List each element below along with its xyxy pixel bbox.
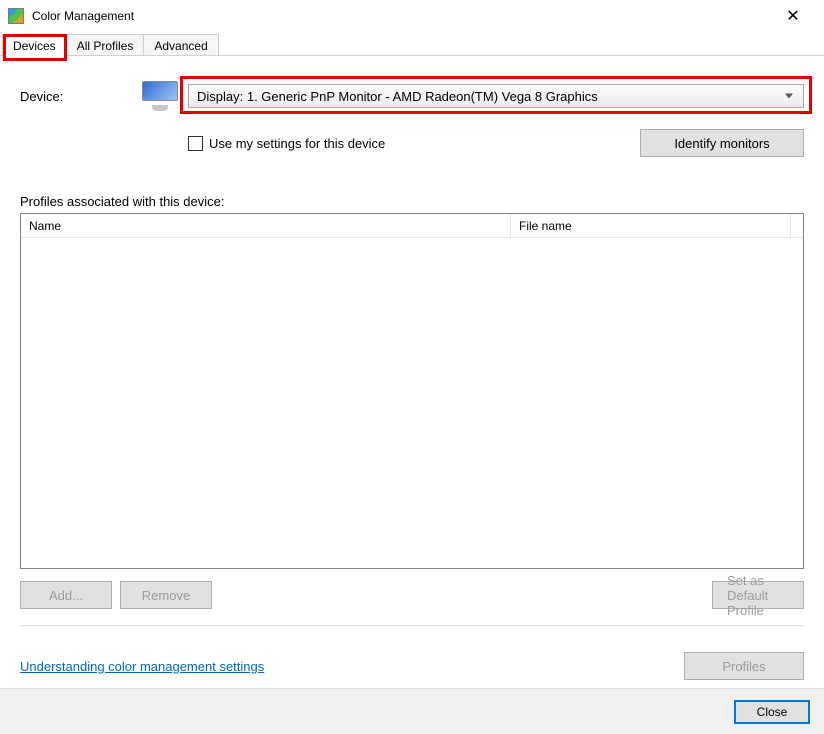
close-icon[interactable] [770,0,816,32]
tab-devices[interactable]: Devices [2,34,67,56]
profiles-button[interactable]: Profiles [684,652,804,680]
button-label: Profiles [722,659,765,674]
spacer [220,581,712,609]
profiles-associated-label: Profiles associated with this device: [20,194,804,209]
tab-all-profiles[interactable]: All Profiles [66,34,145,56]
window-title: Color Management [32,9,770,23]
dialog-footer: Close [0,688,824,734]
understanding-link[interactable]: Understanding color management settings [20,659,264,674]
column-header-label: File name [519,219,572,233]
device-label: Device: [20,89,138,104]
remove-button[interactable]: Remove [120,581,212,609]
button-label: Set as Default Profile [727,573,789,618]
button-label: Identify monitors [674,136,769,151]
monitor-icon [138,76,182,116]
list-header: Name File name [21,214,803,238]
tab-baseline [0,55,824,56]
device-dropdown-value: Display: 1. Generic PnP Monitor - AMD Ra… [197,89,598,104]
column-header-file[interactable]: File name [511,214,791,237]
tab-label: All Profiles [77,39,134,53]
set-default-profile-button[interactable]: Set as Default Profile [712,581,804,609]
column-header-label: Name [29,219,61,233]
link-label: Understanding color management settings [20,659,264,674]
tab-label: Advanced [154,39,207,53]
column-header-name[interactable]: Name [21,214,511,237]
device-dropdown[interactable]: Display: 1. Generic PnP Monitor - AMD Ra… [188,84,804,108]
divider [20,625,804,626]
device-row: Device: Display: 1. Generic PnP Monitor … [20,74,804,118]
settings-row: Use my settings for this device Identify… [20,126,804,160]
tab-bar: Devices All Profiles Advanced [0,32,824,56]
tab-active-cover [6,56,62,57]
button-label: Add... [49,588,83,603]
profiles-list: Name File name [20,213,804,569]
device-dropdown-wrap: Display: 1. Generic PnP Monitor - AMD Ra… [188,84,804,108]
tab-advanced[interactable]: Advanced [143,34,218,56]
column-header-spacer [791,214,803,237]
use-my-settings-label: Use my settings for this device [209,136,640,151]
add-button[interactable]: Add... [20,581,112,609]
profile-action-buttons: Add... Remove Set as Default Profile [20,581,804,609]
button-label: Remove [142,588,190,603]
color-management-window: Color Management Devices All Profiles Ad… [0,0,824,734]
close-button[interactable]: Close [734,700,810,724]
tab-content: Device: Display: 1. Generic PnP Monitor … [0,56,824,688]
use-my-settings-checkbox[interactable] [188,136,203,151]
button-label: Close [757,705,788,719]
identify-monitors-button[interactable]: Identify monitors [640,129,804,157]
link-row: Understanding color management settings … [20,652,804,680]
color-management-icon [8,8,24,24]
titlebar: Color Management [0,0,824,32]
tab-label: Devices [13,39,56,53]
list-body[interactable] [21,238,803,568]
